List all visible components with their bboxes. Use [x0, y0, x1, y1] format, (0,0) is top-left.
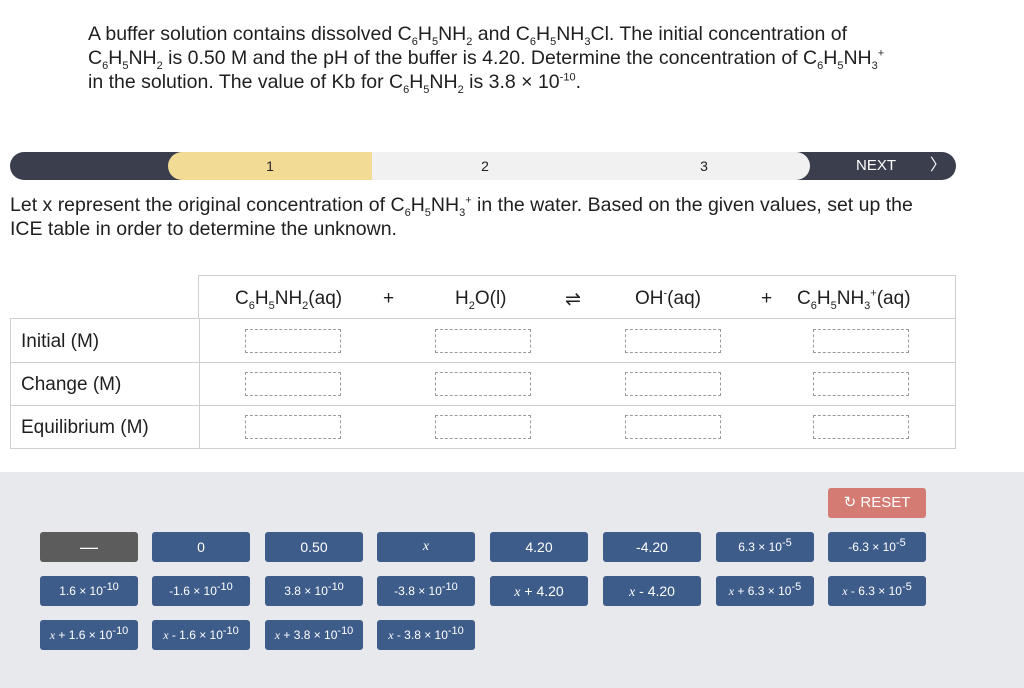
header-plus-1: +	[383, 288, 395, 309]
reset-button[interactable]: ↻ RESET	[828, 488, 926, 518]
row-label-change: Change (M)	[21, 374, 122, 395]
instruction-text: Let x represent the original concentrati…	[10, 194, 913, 240]
tile-x-plus-6-3e-5[interactable]: x + 6.3 × 10-5	[716, 576, 814, 606]
tile-x-plus-3-8e-10[interactable]: x + 3.8 × 10-10	[265, 620, 363, 650]
header-base: C6H5NH2(aq)	[235, 288, 343, 312]
tile-1-6e-10[interactable]: 1.6 × 10-10	[40, 576, 138, 606]
tile-blank[interactable]: —	[40, 532, 138, 562]
step-2-tab[interactable]: 2	[372, 152, 598, 180]
equilibrium-base-input[interactable]	[245, 415, 341, 439]
tile-neg-4-20[interactable]: -4.20	[603, 532, 701, 562]
tile-0[interactable]: 0	[152, 532, 250, 562]
tile-neg-6-3e-5[interactable]: -6.3 × 10-5	[828, 532, 926, 562]
change-water-input[interactable]	[435, 372, 531, 396]
tile-neg-3-8e-10[interactable]: -3.8 × 10-10	[377, 576, 475, 606]
tile-0-50[interactable]: 0.50	[265, 532, 363, 562]
header-plus-2: +	[761, 288, 773, 309]
tile-x-minus-1-6e-10[interactable]: x - 1.6 × 10-10	[152, 620, 250, 650]
tile-x-minus-6-3e-5[interactable]: x - 6.3 × 10-5	[828, 576, 926, 606]
header-hydroxide: OH-(aq)	[635, 287, 701, 309]
tile-neg-1-6e-10[interactable]: -1.6 × 10-10	[152, 576, 250, 606]
initial-base-input[interactable]	[245, 329, 341, 353]
change-hydroxide-input[interactable]	[625, 372, 721, 396]
equilibrium-acid-input[interactable]	[813, 415, 909, 439]
header-water: H2O(l)	[455, 288, 507, 312]
equilibrium-water-input[interactable]	[435, 415, 531, 439]
tile-x-plus-4-20[interactable]: x + 4.20	[490, 576, 588, 606]
column-divider	[199, 319, 200, 448]
row-divider	[11, 405, 955, 406]
ice-table: C6H5NH2(aq) + H2O(l) ⇌ OH-(aq) + C6H5NH3…	[10, 275, 956, 449]
tile-x[interactable]: x	[377, 532, 475, 562]
tile-x-minus-4-20[interactable]: x - 4.20	[603, 576, 701, 606]
ice-header: C6H5NH2(aq) + H2O(l) ⇌ OH-(aq) + C6H5NH3…	[198, 275, 956, 319]
equilibrium-hydroxide-input[interactable]	[625, 415, 721, 439]
initial-hydroxide-input[interactable]	[625, 329, 721, 353]
row-label-initial: Initial (M)	[21, 331, 100, 352]
header-conjugate-acid: C6H5NH3+(aq)	[797, 287, 911, 312]
row-divider	[11, 362, 955, 363]
initial-water-input[interactable]	[435, 329, 531, 353]
change-base-input[interactable]	[245, 372, 341, 396]
tile-6-3e-5[interactable]: 6.3 × 10-5	[716, 532, 814, 562]
tile-3-8e-10[interactable]: 3.8 × 10-10	[265, 576, 363, 606]
row-label-equilibrium: Equilibrium (M)	[21, 417, 149, 438]
change-acid-input[interactable]	[813, 372, 909, 396]
reset-icon: ↻	[843, 494, 857, 511]
step-3-tab[interactable]: 3	[598, 152, 810, 180]
question-text: A buffer solution contains dissolved C6H…	[88, 23, 885, 96]
tile-x-plus-1-6e-10[interactable]: x + 1.6 × 10-10	[40, 620, 138, 650]
step-progress-bar: 1 2 3 NEXT 〉	[10, 152, 956, 180]
tile-4-20[interactable]: 4.20	[490, 532, 588, 562]
chevron-right-icon[interactable]: 〉	[930, 152, 946, 180]
step-1-tab[interactable]: 1	[168, 152, 372, 180]
equilibrium-arrow-icon: ⇌	[565, 289, 581, 310]
ice-body: Initial (M) Change (M) Equilibrium (M)	[10, 318, 956, 449]
initial-acid-input[interactable]	[813, 329, 909, 353]
next-button[interactable]: NEXT	[856, 152, 896, 180]
tile-x-minus-3-8e-10[interactable]: x - 3.8 × 10-10	[377, 620, 475, 650]
